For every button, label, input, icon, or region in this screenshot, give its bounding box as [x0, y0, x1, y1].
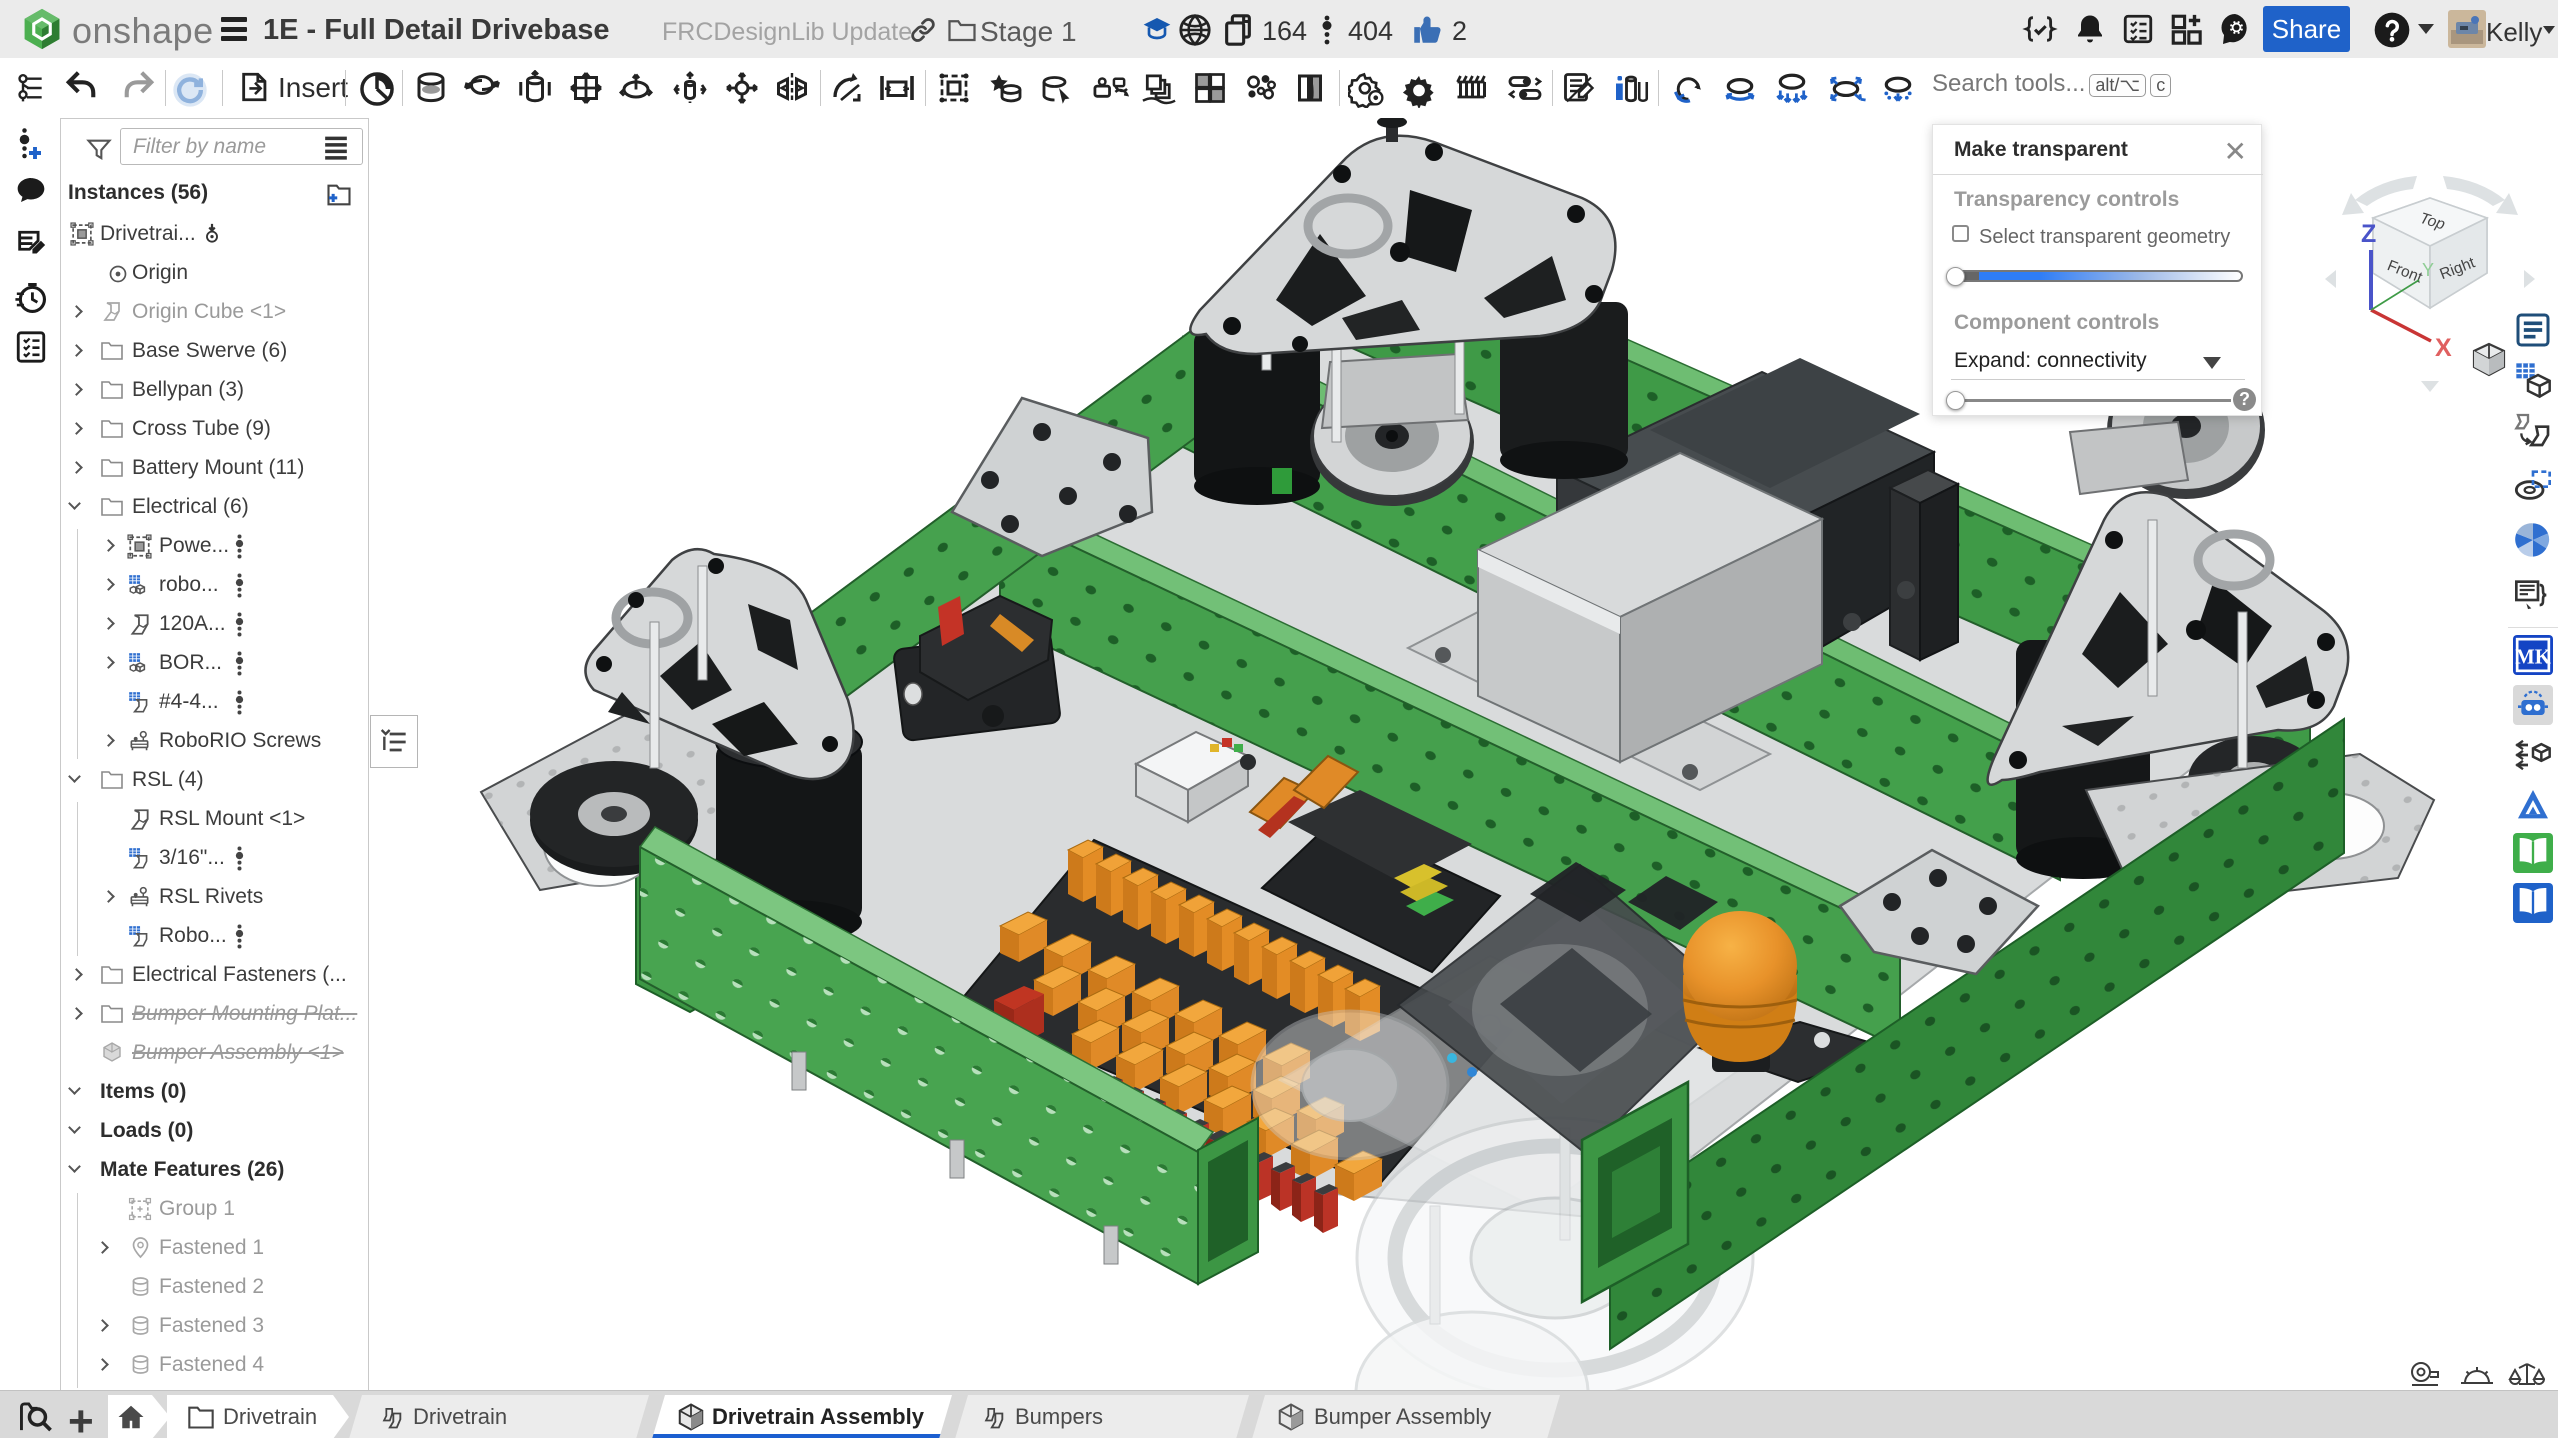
svg-text:MK: MK — [2515, 644, 2552, 668]
svg-text:Y: Y — [2422, 260, 2434, 280]
svg-text:X: X — [2435, 334, 2452, 362]
svg-text:Z: Z — [2361, 220, 2376, 248]
